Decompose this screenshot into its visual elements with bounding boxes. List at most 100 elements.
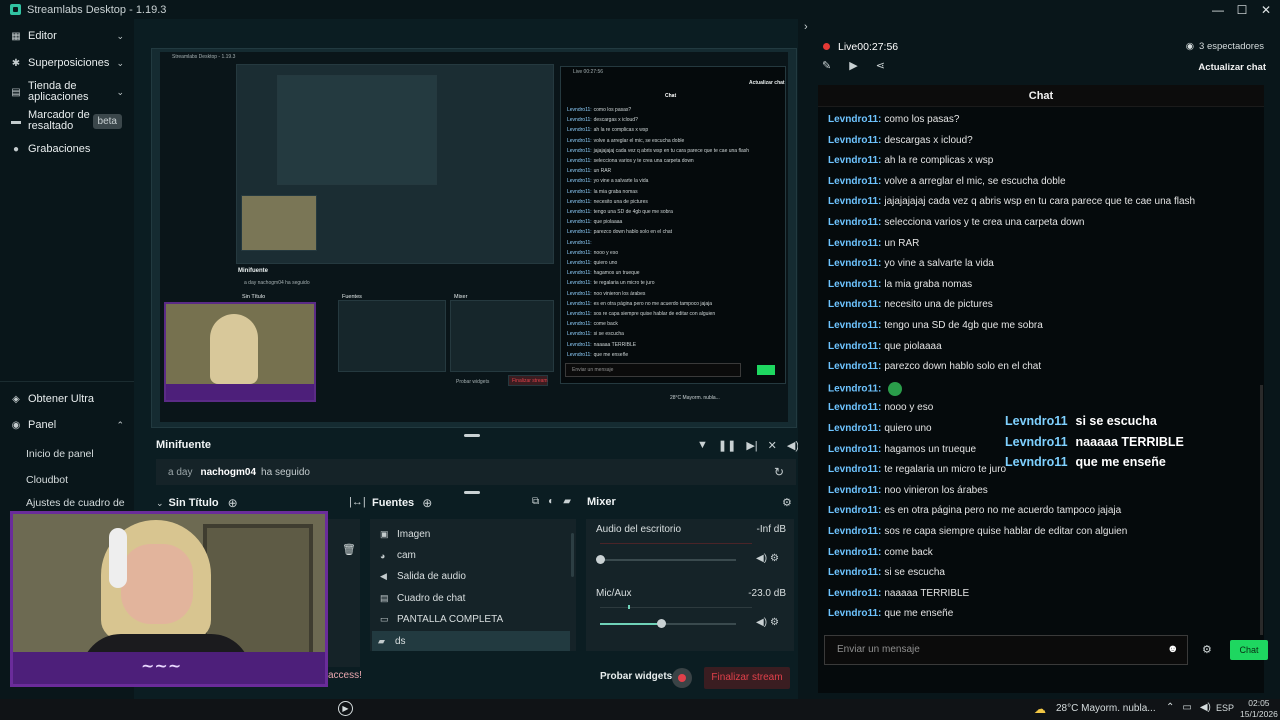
- source-item[interactable]: ▭ PANTALLA COMPLETA: [380, 614, 503, 625]
- mixer-settings-icon[interactable]: ⚙: [782, 496, 792, 509]
- nested-sources-panel: [338, 300, 446, 372]
- volume-icon[interactable]: ◀): [756, 553, 767, 564]
- sidebar-subitem-dashboard-home[interactable]: Inicio de panel: [26, 448, 94, 460]
- source-item[interactable]: ◕ cam: [380, 550, 416, 561]
- sidebar-item-app-store[interactable]: ▤ Tienda de aplicaciones ⌄: [10, 80, 128, 104]
- close-button[interactable]: ✕: [1260, 3, 1272, 17]
- chat-username[interactable]: Levndro11:: [828, 114, 881, 125]
- edit-stream-info-icon[interactable]: ✎: [822, 59, 831, 72]
- scrollbar[interactable]: [571, 533, 574, 577]
- chat-username[interactable]: Levndro11:: [828, 526, 881, 537]
- sidebar-item-recordings[interactable]: ● Grabaciones: [10, 143, 128, 155]
- sidebar-item-label: Tienda de aplicaciones: [28, 80, 89, 103]
- chat-username[interactable]: Levndro11:: [828, 444, 881, 455]
- clock[interactable]: 02:05 15/1/2026: [1240, 698, 1278, 720]
- sidebar-item-overlays[interactable]: ✱ Superposiciones ⌄: [10, 57, 128, 69]
- chat-username[interactable]: Levndro11:: [828, 341, 881, 352]
- chat-username[interactable]: Levndro11:: [828, 279, 881, 290]
- send-chat-button[interactable]: Chat: [1230, 640, 1268, 660]
- chat-text: quiero uno: [884, 423, 932, 434]
- test-widgets-button[interactable]: [672, 668, 692, 688]
- maximize-button[interactable]: ☐: [1236, 3, 1248, 17]
- resize-handle[interactable]: [464, 434, 480, 437]
- nested-mixer-title: Mixer: [454, 294, 468, 300]
- mute-alerts-icon[interactable]: ✕: [768, 439, 777, 452]
- sidebar-item-highlighter[interactable]: ▬ Marcador de resaltado beta: [10, 109, 128, 133]
- chat-username[interactable]: Levndro11:: [828, 361, 881, 372]
- chat-username[interactable]: Levndro11:: [828, 196, 881, 207]
- gear-icon[interactable]: ⚙: [770, 617, 779, 628]
- video-icon[interactable]: ▶: [849, 59, 857, 72]
- chat-username[interactable]: Levndro11:: [828, 567, 881, 578]
- refresh-chat-button[interactable]: Actualizar chat: [1198, 62, 1266, 73]
- volume-slider[interactable]: [600, 559, 736, 561]
- chat-username[interactable]: Levndro11:: [828, 155, 881, 166]
- add-source-icon[interactable]: ⊕: [422, 496, 432, 510]
- source-item[interactable]: ▣ Imagen: [380, 529, 430, 540]
- filter-icon[interactable]: ▼: [697, 439, 708, 452]
- source-filters-icon[interactable]: ◐: [548, 496, 554, 507]
- nested-weather: 28°C Mayorm. nubla...: [670, 395, 720, 401]
- share-icon[interactable]: ⋖: [876, 59, 885, 72]
- chevron-right-icon[interactable]: ›: [804, 21, 808, 33]
- delete-scene-icon[interactable]: 🗑: [342, 543, 356, 556]
- chat-username[interactable]: Levndro11:: [828, 299, 881, 310]
- chat-username[interactable]: Levndro11:: [828, 135, 881, 146]
- emoji-icon[interactable]: ☻: [1167, 643, 1179, 655]
- streamlabs-logo-icon: [10, 4, 21, 15]
- sidebar-item-ultra[interactable]: ◈ Obtener Ultra: [10, 393, 128, 405]
- volume-icon[interactable]: ◀): [756, 617, 767, 628]
- chat-scrollbar[interactable]: [1260, 385, 1263, 635]
- volume-slider-knob[interactable]: [657, 619, 667, 628]
- chat-username[interactable]: Levndro11:: [828, 217, 881, 228]
- chat-username[interactable]: Levndro11:: [828, 464, 881, 475]
- minimize-button[interactable]: —: [1212, 3, 1224, 17]
- nested-chat-message: Levndro11: nooo y eso: [567, 249, 619, 256]
- gear-icon[interactable]: ⚙: [770, 553, 779, 564]
- source-item[interactable]: ▰ ds: [372, 631, 570, 651]
- replay-icon[interactable]: ↻: [774, 465, 784, 479]
- stream-preview[interactable]: Streamlabs Desktop - 1.19.3 Minifuente a…: [151, 48, 797, 428]
- sidebar-subitem-chatbox-settings[interactable]: Ajustes de cuadro de: [26, 497, 125, 509]
- resize-handle[interactable]: [464, 491, 480, 494]
- webcam-banner: ~~~: [13, 652, 325, 684]
- chat-username[interactable]: Levndro11:: [828, 383, 881, 394]
- network-icon[interactable]: ▭: [1182, 702, 1191, 713]
- play-icon[interactable]: ▶: [338, 701, 353, 716]
- chevron-down-icon[interactable]: ⌄: [156, 498, 164, 509]
- chat-username[interactable]: Levndro11:: [828, 402, 881, 413]
- language-indicator[interactable]: ESP: [1216, 703, 1234, 713]
- chat-username[interactable]: Levndro11:: [828, 588, 881, 599]
- skip-icon[interactable]: ▶|: [746, 439, 757, 452]
- chat-username[interactable]: Levndro11:: [828, 608, 881, 619]
- chat-username[interactable]: Levndro11:: [828, 485, 881, 496]
- event-user[interactable]: nachogm04: [200, 467, 256, 478]
- nested-refresh: Actualizar chat: [749, 80, 785, 86]
- pause-icon[interactable]: ❚❚: [718, 439, 736, 452]
- chat-message: Levndro11: naaaaa TERRIBLE: [828, 588, 969, 599]
- weather-text[interactable]: 28°C Mayorm. nubla...: [1056, 703, 1156, 714]
- sidebar-item-panel[interactable]: ◉ Panel ⌃: [10, 419, 128, 431]
- chat-username[interactable]: Levndro11:: [828, 258, 881, 269]
- chat-username[interactable]: Levndro11:: [828, 176, 881, 187]
- chevron-up-icon[interactable]: ⌃: [1166, 702, 1174, 713]
- volume-slider-knob[interactable]: [596, 555, 605, 564]
- scene-transition-icon[interactable]: |↔|: [349, 496, 366, 508]
- chat-username[interactable]: Levndro11:: [828, 238, 881, 249]
- sidebar-item-editor[interactable]: ▦ Editor ⌄: [10, 30, 128, 42]
- add-folder-icon[interactable]: ▰: [563, 496, 571, 507]
- chat-message-input[interactable]: Enviar un mensaje: [824, 635, 1188, 665]
- chat-username[interactable]: Levndro11:: [828, 505, 881, 516]
- chat-username[interactable]: Levndro11:: [828, 547, 881, 558]
- add-scene-icon[interactable]: ⊕: [228, 496, 238, 510]
- source-item[interactable]: ◀ Salida de audio: [380, 571, 466, 582]
- source-properties-icon[interactable]: ⧉: [532, 496, 539, 507]
- speaker-icon[interactable]: ◀): [1200, 702, 1211, 713]
- sidebar-subitem-cloudbot[interactable]: Cloudbot: [26, 474, 68, 486]
- chat-settings-icon[interactable]: ⚙: [1202, 643, 1212, 656]
- chat-text: tengo una SD de 4gb que me sobra: [884, 320, 1043, 331]
- chat-username[interactable]: Levndro11:: [828, 423, 881, 434]
- end-stream-button[interactable]: Finalizar stream: [704, 667, 790, 689]
- chat-username[interactable]: Levndro11:: [828, 320, 881, 331]
- source-item[interactable]: ▤ Cuadro de chat: [380, 593, 465, 604]
